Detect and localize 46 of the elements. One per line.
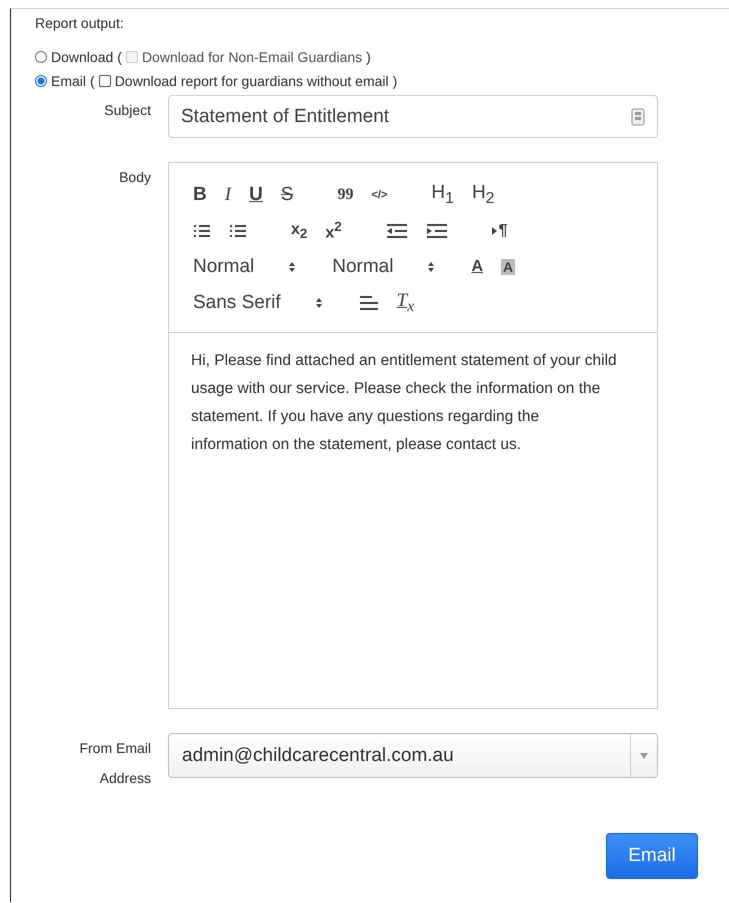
dropdown-caret-icon	[640, 752, 648, 758]
updown-caret-icon	[288, 261, 296, 273]
clean-button[interactable]: T$_{x}$	[396, 290, 414, 316]
radio-label[interactable]: Download	[51, 49, 114, 65]
field-label: Body	[118, 168, 152, 187]
field-label: From Email Address	[78, 739, 152, 788]
bullet-list-icon[interactable]	[229, 223, 247, 239]
paren-text: (	[90, 73, 95, 89]
radio-button[interactable]	[35, 75, 47, 87]
header-button[interactable]: H$_{2}$	[472, 182, 494, 208]
updown-caret-icon	[427, 261, 436, 273]
indent-icon[interactable]	[426, 223, 448, 239]
triangle-icon	[492, 227, 497, 235]
italic-button[interactable]: I	[224, 184, 232, 206]
body-text[interactable]: Hi, Please find attached an entitlement statement of your child usage with our service. Please check the information on the statement. If you have any questions regarding the information on the statement, please contact us.	[169, 333, 657, 473]
underline-button[interactable]: U	[249, 184, 263, 206]
keyboard-icon	[631, 108, 645, 126]
subject-field[interactable]: Statement of Entitlement	[168, 95, 658, 138]
radio-button[interactable]	[35, 51, 47, 63]
align-icon[interactable]	[358, 295, 379, 311]
script-button[interactable]: x$_{2}$	[291, 220, 308, 242]
radio-label[interactable]: Email	[51, 73, 86, 89]
header-button[interactable]: H$_{1}$	[431, 182, 454, 208]
dropdown-picker[interactable]: Sans Serif	[193, 292, 323, 314]
checkbox-label[interactable]: Download report for guardians without email	[114, 73, 389, 89]
dropdown-picker[interactable]: Normal	[193, 256, 296, 278]
paren-text: )	[392, 73, 398, 89]
bold-button[interactable]: B	[193, 184, 207, 206]
section-heading: Report output:	[35, 15, 125, 31]
outdent-icon[interactable]	[386, 223, 408, 239]
email-button[interactable]: Email	[606, 833, 698, 879]
paren-text: (	[117, 49, 122, 65]
code-button[interactable]: </>	[371, 189, 388, 201]
paren-text: )	[366, 49, 371, 65]
direction-button[interactable]: ¶	[492, 222, 508, 240]
field-label: Subject	[103, 101, 152, 120]
background-button[interactable]: A	[501, 259, 516, 275]
dropdown-picker[interactable]: Normal	[332, 256, 436, 278]
strike-button[interactable]: S	[280, 184, 294, 206]
ordered-list-icon[interactable]	[193, 223, 211, 239]
quote-button[interactable]: 99	[337, 186, 354, 204]
script-button[interactable]: x$^{2}$	[325, 219, 342, 243]
updown-caret-icon	[314, 297, 323, 309]
from-email-select[interactable]: admin@childcarecentral.com.au	[168, 733, 658, 778]
color-button[interactable]: A	[471, 258, 484, 276]
checkbox[interactable]	[98, 75, 111, 87]
